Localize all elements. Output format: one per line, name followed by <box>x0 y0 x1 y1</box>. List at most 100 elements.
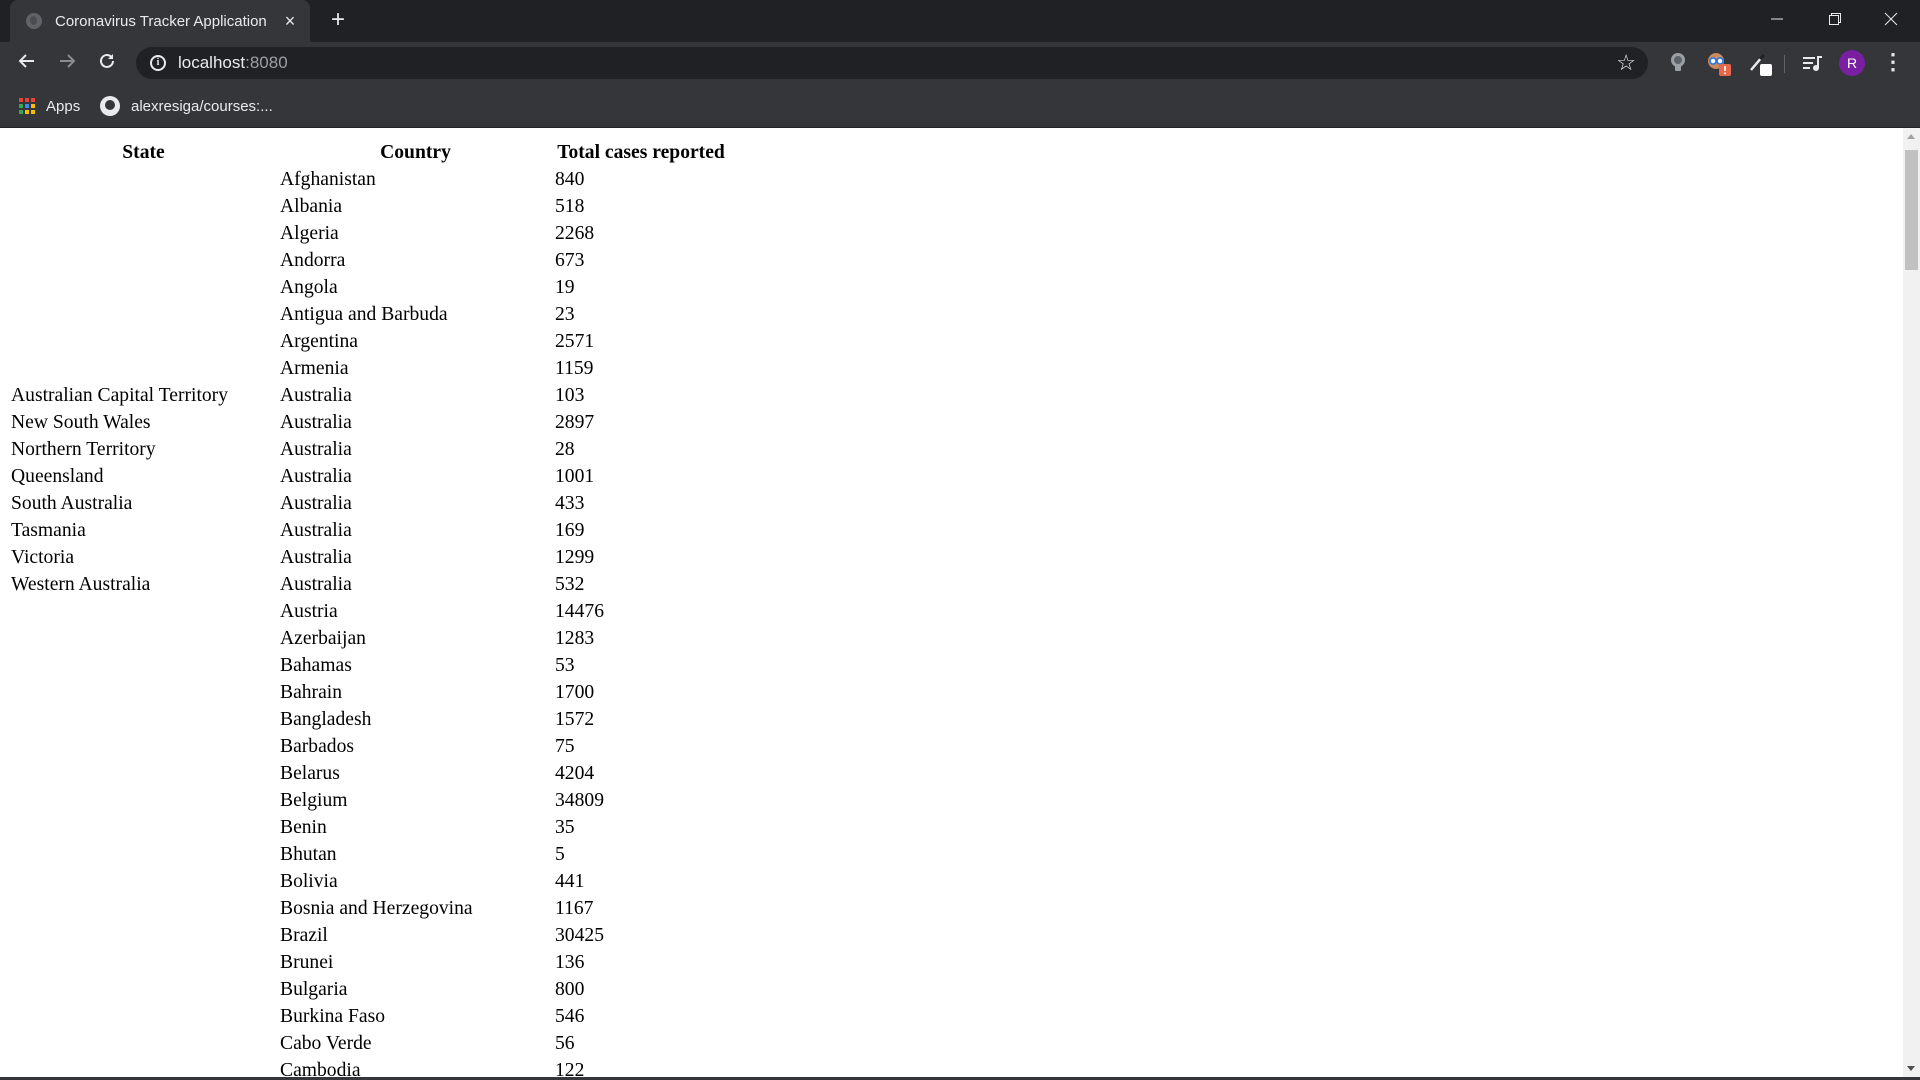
cell-total-cases: 56 <box>555 1032 575 1054</box>
cell-country: Azerbaijan <box>280 627 366 649</box>
minimize-icon <box>1771 18 1783 20</box>
cell-total-cases: 14476 <box>555 600 604 622</box>
cell-country: Bangladesh <box>280 708 372 730</box>
profile-avatar[interactable]: R <box>1839 50 1865 76</box>
cell-country: Algeria <box>280 222 339 244</box>
page-viewport: State Country Total cases reported Afgha… <box>0 128 1920 1077</box>
cell-total-cases: 800 <box>555 978 585 1000</box>
table-row: Armenia 1159 <box>10 356 728 381</box>
bookmark-label: Apps <box>46 97 81 115</box>
cell-country: Australia <box>280 519 352 541</box>
cell-state <box>10 194 277 219</box>
scrollbar-thumb[interactable] <box>1905 150 1918 270</box>
cell-country: Andorra <box>280 249 346 271</box>
cell-country: Australia <box>280 465 352 487</box>
cell-country: Benin <box>280 816 327 838</box>
media-control-button[interactable] <box>1801 51 1825 75</box>
bookmark-star-icon[interactable]: ☆ <box>1616 50 1636 76</box>
cell-state <box>10 275 277 300</box>
url-text[interactable]: localhost:8080 <box>178 53 288 73</box>
cell-state <box>10 1004 277 1029</box>
cell-total-cases: 1700 <box>555 681 595 703</box>
table-row: Afghanistan 840 <box>10 167 728 192</box>
cell-total-cases: 19 <box>555 276 575 298</box>
cell-state <box>10 842 277 867</box>
cell-total-cases: 441 <box>555 870 585 892</box>
cell-country: Burkina Faso <box>280 1005 386 1027</box>
tab-strip: Coronavirus Tracker Application × + <box>0 0 1920 42</box>
tab-active[interactable]: Coronavirus Tracker Application × <box>10 0 310 42</box>
cell-state: South Australia <box>11 492 133 514</box>
cell-state: Western Australia <box>11 573 151 595</box>
scroll-up-arrow-icon[interactable] <box>1903 128 1920 145</box>
lightbulb-icon <box>1671 53 1685 71</box>
globe-icon <box>26 13 42 29</box>
restore-icon <box>1829 13 1841 25</box>
cell-country: Angola <box>280 276 338 298</box>
apps-grid-icon <box>19 98 35 114</box>
cell-state <box>10 653 277 678</box>
close-tab-icon[interactable]: × <box>280 11 300 31</box>
cell-state <box>10 788 277 813</box>
bookmarks-bar: Apps alexresiga/courses:... <box>0 84 1920 128</box>
restore-button[interactable] <box>1806 0 1864 42</box>
cell-total-cases: 136 <box>555 951 585 973</box>
cell-total-cases: 4204 <box>555 762 595 784</box>
cell-total-cases: 1572 <box>555 708 595 730</box>
table-row: Angola 19 <box>10 275 728 300</box>
address-bar[interactable]: i localhost:8080 ☆ <box>136 47 1648 79</box>
table-row: Argentina 2571 <box>10 329 728 354</box>
cell-state <box>10 248 277 273</box>
cell-state: Victoria <box>11 546 75 568</box>
table-row: Cabo Verde 56 <box>10 1031 728 1056</box>
cell-country: Australia <box>280 384 352 406</box>
table-row: Belgium 34809 <box>10 788 728 813</box>
extension-glasses-button[interactable] <box>1706 51 1731 76</box>
bookmark-apps[interactable]: Apps <box>19 94 80 118</box>
cell-total-cases: 122 <box>555 1059 585 1078</box>
back-button[interactable] <box>13 49 41 77</box>
cell-state: Tasmania <box>11 519 86 541</box>
cell-total-cases: 2571 <box>555 330 595 352</box>
vertical-scrollbar[interactable] <box>1903 128 1920 1077</box>
cell-state <box>10 329 277 354</box>
cell-country: Cambodia <box>280 1059 361 1078</box>
browser-toolbar: i localhost:8080 ☆ R ⋮ <box>0 42 1920 84</box>
glasses-avatar-icon <box>1708 53 1731 76</box>
arrow-right-icon <box>60 54 76 68</box>
extension-bulb-button[interactable] <box>1666 51 1690 75</box>
cell-total-cases: 103 <box>555 384 585 406</box>
cell-country: Bulgaria <box>280 978 348 1000</box>
cell-state <box>10 221 277 246</box>
eyedropper-icon <box>1750 53 1772 76</box>
table-row: Tasmania Australia 169 <box>10 518 728 543</box>
scroll-down-arrow-icon[interactable] <box>1903 1060 1920 1077</box>
extension-eyedropper-button[interactable] <box>1748 51 1772 76</box>
table-row: Bhutan 5 <box>10 842 728 867</box>
cell-country: Armenia <box>280 357 349 379</box>
cell-country: Bosnia and Herzegovina <box>280 897 473 919</box>
cases-table: State Country Total cases reported Afgha… <box>8 138 730 1078</box>
table-row: Australian Capital Territory Australia 103 <box>10 383 728 408</box>
cell-country: Bahamas <box>280 654 352 676</box>
cell-total-cases: 1283 <box>555 627 595 649</box>
close-window-button[interactable] <box>1862 0 1920 42</box>
bookmark-github[interactable]: alexresiga/courses:... <box>100 94 273 118</box>
header-state: State <box>122 141 165 163</box>
reload-button[interactable] <box>93 49 121 77</box>
info-icon[interactable]: i <box>150 55 166 71</box>
cell-state <box>10 950 277 975</box>
new-tab-button[interactable]: + <box>326 8 350 33</box>
cell-state <box>10 896 277 921</box>
forward-button[interactable] <box>53 49 81 77</box>
cell-total-cases: 840 <box>555 168 585 190</box>
tab-title: Coronavirus Tracker Application <box>55 12 267 30</box>
table-row: Bolivia 441 <box>10 869 728 894</box>
cell-total-cases: 30425 <box>555 924 604 946</box>
table-row: Burkina Faso 546 <box>10 1004 728 1029</box>
minimize-button[interactable] <box>1748 0 1806 42</box>
browser-menu-icon[interactable]: ⋮ <box>1882 51 1904 75</box>
cell-state <box>10 977 277 1002</box>
cell-total-cases: 2268 <box>555 222 595 244</box>
table-row: Queensland Australia 1001 <box>10 464 728 489</box>
